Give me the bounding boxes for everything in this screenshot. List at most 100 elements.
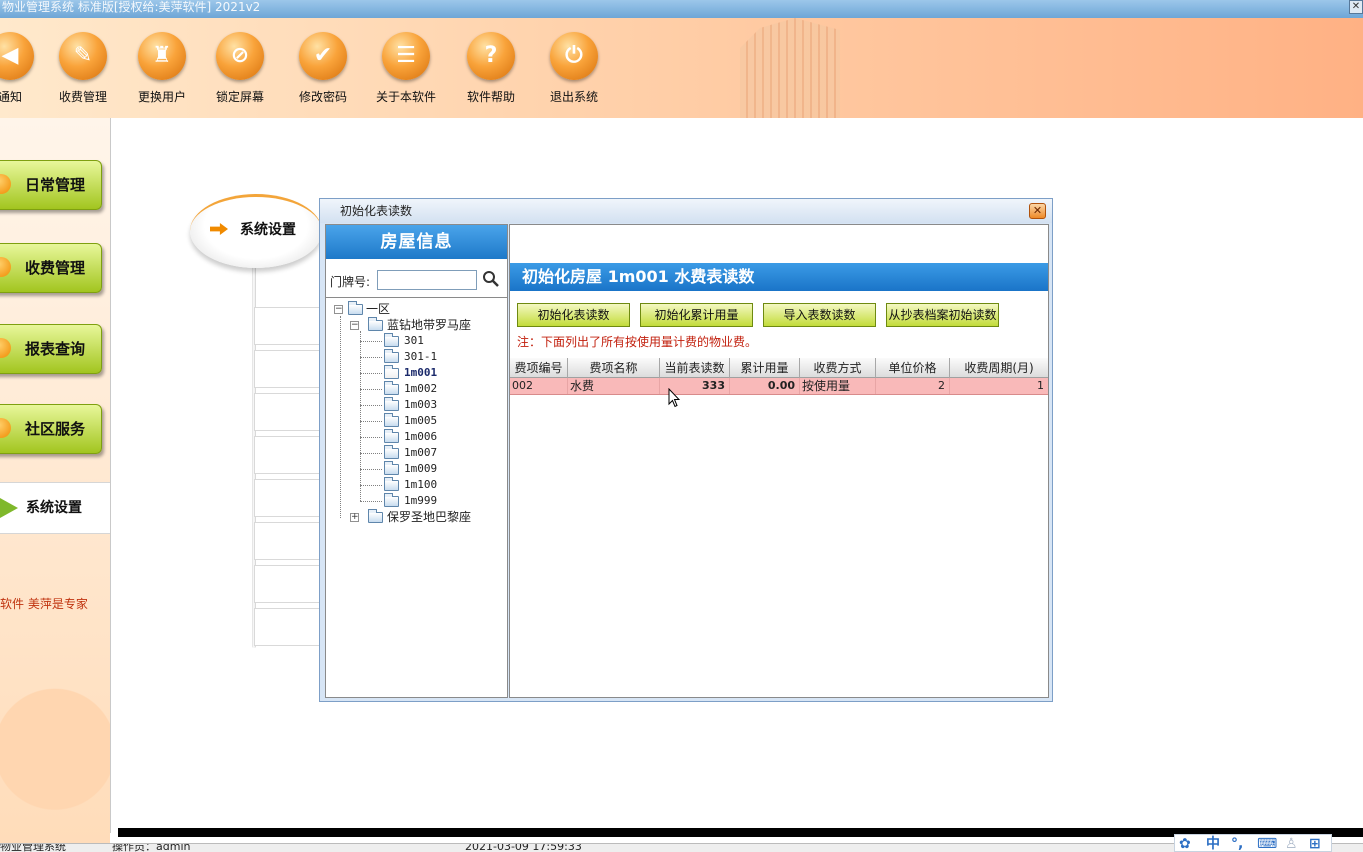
window-close-button[interactable]: ✕ bbox=[1349, 0, 1363, 14]
window-title: 物业管理系统 标准版[授权给:美萍软件] 2021v2 bbox=[2, 0, 261, 14]
dialog-title: 初始化表读数 bbox=[340, 204, 413, 218]
search-icon[interactable] bbox=[482, 270, 500, 288]
main-toolbar: ◀ 通知 ✎ 收费管理 ♜ 更换用户 ⊘ 锁定屏幕 ✔ 修改密码 ☰ 关于本软件… bbox=[0, 18, 1363, 118]
folder-icon bbox=[384, 493, 399, 507]
sidebar-item-label: 报表查询 bbox=[25, 340, 86, 358]
ladder-slot bbox=[254, 436, 320, 474]
paw-icon[interactable]: ✿ bbox=[1179, 836, 1191, 852]
sidebar-item-daily[interactable]: 日常管理 bbox=[0, 160, 102, 210]
about-button[interactable]: ☰ 关于本软件 bbox=[374, 32, 438, 108]
change-password-button[interactable]: ✔ 修改密码 bbox=[291, 32, 355, 108]
sidebar-item-community[interactable]: 社区服务 bbox=[0, 404, 102, 454]
folder-icon bbox=[384, 429, 399, 443]
wrench-icon: ✔ bbox=[299, 32, 347, 80]
tree-node-room[interactable]: 1m002 bbox=[360, 381, 480, 397]
tree-node-root[interactable]: − 一区 bbox=[334, 301, 494, 317]
sidebar-slogan: 软件 美萍是专家 bbox=[0, 597, 88, 611]
tree-node-building[interactable]: − 蓝钻地带罗马座 bbox=[350, 317, 500, 333]
sidebar-item-reports[interactable]: 报表查询 bbox=[0, 324, 102, 374]
billing-management-button[interactable]: ✎ 收费管理 bbox=[51, 32, 115, 108]
door-number-input[interactable] bbox=[377, 270, 477, 290]
window-title-bar: 物业管理系统 标准版[授权给:美萍软件] 2021v2 ✕ bbox=[0, 0, 1363, 18]
ladder-slot bbox=[254, 565, 320, 603]
status-app: 物业管理系统 bbox=[0, 843, 66, 852]
orange-arrow-icon bbox=[210, 223, 228, 235]
help-button[interactable]: ? 软件帮助 bbox=[459, 32, 523, 108]
grid-icon[interactable]: ⊞ bbox=[1309, 836, 1321, 852]
grid-header: 费项编号 费项名称 当前表读数 累计用量 收费方式 单位价格 收费周期(月) bbox=[510, 358, 1048, 378]
column-header[interactable]: 累计用量 bbox=[730, 358, 800, 378]
collapse-icon[interactable]: − bbox=[334, 305, 343, 314]
column-header[interactable]: 费项编号 bbox=[510, 358, 568, 378]
tree-guide bbox=[360, 373, 382, 374]
column-header[interactable]: 收费周期(月) bbox=[950, 358, 1048, 378]
tree-guide bbox=[360, 501, 382, 502]
tree-node-room[interactable]: 1m009 bbox=[360, 461, 480, 477]
column-header[interactable]: 收费方式 bbox=[800, 358, 876, 378]
lock-screen-icon: ⊘ bbox=[216, 32, 264, 80]
tree-node-room[interactable]: 1m005 bbox=[360, 413, 480, 429]
tree-node-room[interactable]: 1m007 bbox=[360, 445, 480, 461]
tree-node-room[interactable]: 1m100 bbox=[360, 477, 480, 493]
tree-node-room[interactable]: 301-1 bbox=[360, 349, 480, 365]
house-info-header: 房屋信息 bbox=[326, 225, 507, 259]
exit-button[interactable]: ⏻ 退出系统 bbox=[542, 32, 606, 108]
column-header[interactable]: 当前表读数 bbox=[660, 358, 730, 378]
sidebar-item-billing[interactable]: 收费管理 bbox=[0, 243, 102, 293]
collapse-icon[interactable]: − bbox=[350, 321, 359, 330]
init-from-archive-button[interactable]: 从抄表档案初始读数 bbox=[886, 303, 999, 327]
expand-icon[interactable]: + bbox=[350, 513, 359, 522]
sidebar: 日常管理 收费管理 报表查询 社区服务 系统设置 软件 美萍是专家 bbox=[0, 118, 110, 852]
tree-guide bbox=[360, 341, 382, 342]
switch-user-icon: ♜ bbox=[138, 32, 186, 80]
column-header[interactable]: 单位价格 bbox=[876, 358, 950, 378]
keyboard-icon[interactable]: ⌨ bbox=[1257, 836, 1277, 852]
notice-button[interactable]: ◀ 通知 bbox=[0, 32, 42, 108]
folder-icon bbox=[384, 333, 399, 347]
tree-node-room[interactable]: 1m006 bbox=[360, 429, 480, 445]
cell-method[interactable]: 按使用量 bbox=[800, 378, 876, 394]
cell-code[interactable]: 002 bbox=[510, 378, 568, 394]
ime-toolbar[interactable]: ✿ 中 °, ⌨ ♙ ⊞ bbox=[1174, 834, 1332, 852]
tree-node-room[interactable]: 1m999 bbox=[360, 493, 480, 509]
system-settings-tab[interactable]: 系统设置 bbox=[190, 194, 322, 268]
meter-init-header: 初始化房屋 1m001 水费表读数 bbox=[510, 263, 1048, 291]
cell-price[interactable]: 2 bbox=[876, 378, 950, 394]
ime-language[interactable]: 中 bbox=[1206, 836, 1220, 852]
ladder-slot bbox=[254, 522, 320, 560]
cell-name[interactable]: 水费 bbox=[568, 378, 660, 394]
table-row[interactable]: 002 水费 333 0.00 按使用量 2 1 bbox=[510, 378, 1048, 395]
status-time: 2021-03-09 17:59:33 bbox=[465, 843, 582, 852]
folder-icon bbox=[384, 445, 399, 459]
dialog-close-button[interactable]: ✕ bbox=[1029, 203, 1046, 219]
tree-guide bbox=[360, 437, 382, 438]
tree-node-room[interactable]: 301 bbox=[360, 333, 480, 349]
folder-icon bbox=[368, 317, 383, 331]
sidebar-item-system-settings[interactable]: 系统设置 bbox=[0, 482, 110, 534]
cell-period[interactable]: 1 bbox=[950, 378, 1048, 394]
tree-guide bbox=[360, 485, 382, 486]
help-icon: ? bbox=[467, 32, 515, 80]
sidebar-item-label: 收费管理 bbox=[25, 259, 86, 277]
tree-guide bbox=[360, 357, 382, 358]
ime-punctuation[interactable]: °, bbox=[1231, 836, 1243, 852]
tree-separator bbox=[326, 297, 507, 298]
init-reading-button[interactable]: 初始化表读数 bbox=[517, 303, 630, 327]
tree-node-room-selected[interactable]: 1m001 bbox=[360, 365, 480, 381]
column-header[interactable]: 费项名称 bbox=[568, 358, 660, 378]
tree-node-building-2[interactable]: + 保罗圣地巴黎座 bbox=[350, 509, 500, 525]
ladder-slot bbox=[254, 393, 320, 431]
sidebar-item-label: 日常管理 bbox=[25, 176, 86, 194]
orange-dot-icon bbox=[0, 174, 11, 194]
sidebar-item-label: 社区服务 bbox=[25, 420, 86, 438]
tree-node-room[interactable]: 1m003 bbox=[360, 397, 480, 413]
folder-icon bbox=[384, 349, 399, 363]
system-settings-label: 系统设置 bbox=[240, 222, 296, 238]
cell-total-usage[interactable]: 0.00 bbox=[730, 378, 800, 394]
switch-user-button[interactable]: ♜ 更换用户 bbox=[130, 32, 194, 108]
import-reading-button[interactable]: 导入表数读数 bbox=[763, 303, 876, 327]
ladder-slot bbox=[254, 479, 320, 517]
user-icon[interactable]: ♙ bbox=[1285, 836, 1298, 852]
lock-screen-button[interactable]: ⊘ 锁定屏幕 bbox=[208, 32, 272, 108]
init-usage-button[interactable]: 初始化累计用量 bbox=[640, 303, 753, 327]
